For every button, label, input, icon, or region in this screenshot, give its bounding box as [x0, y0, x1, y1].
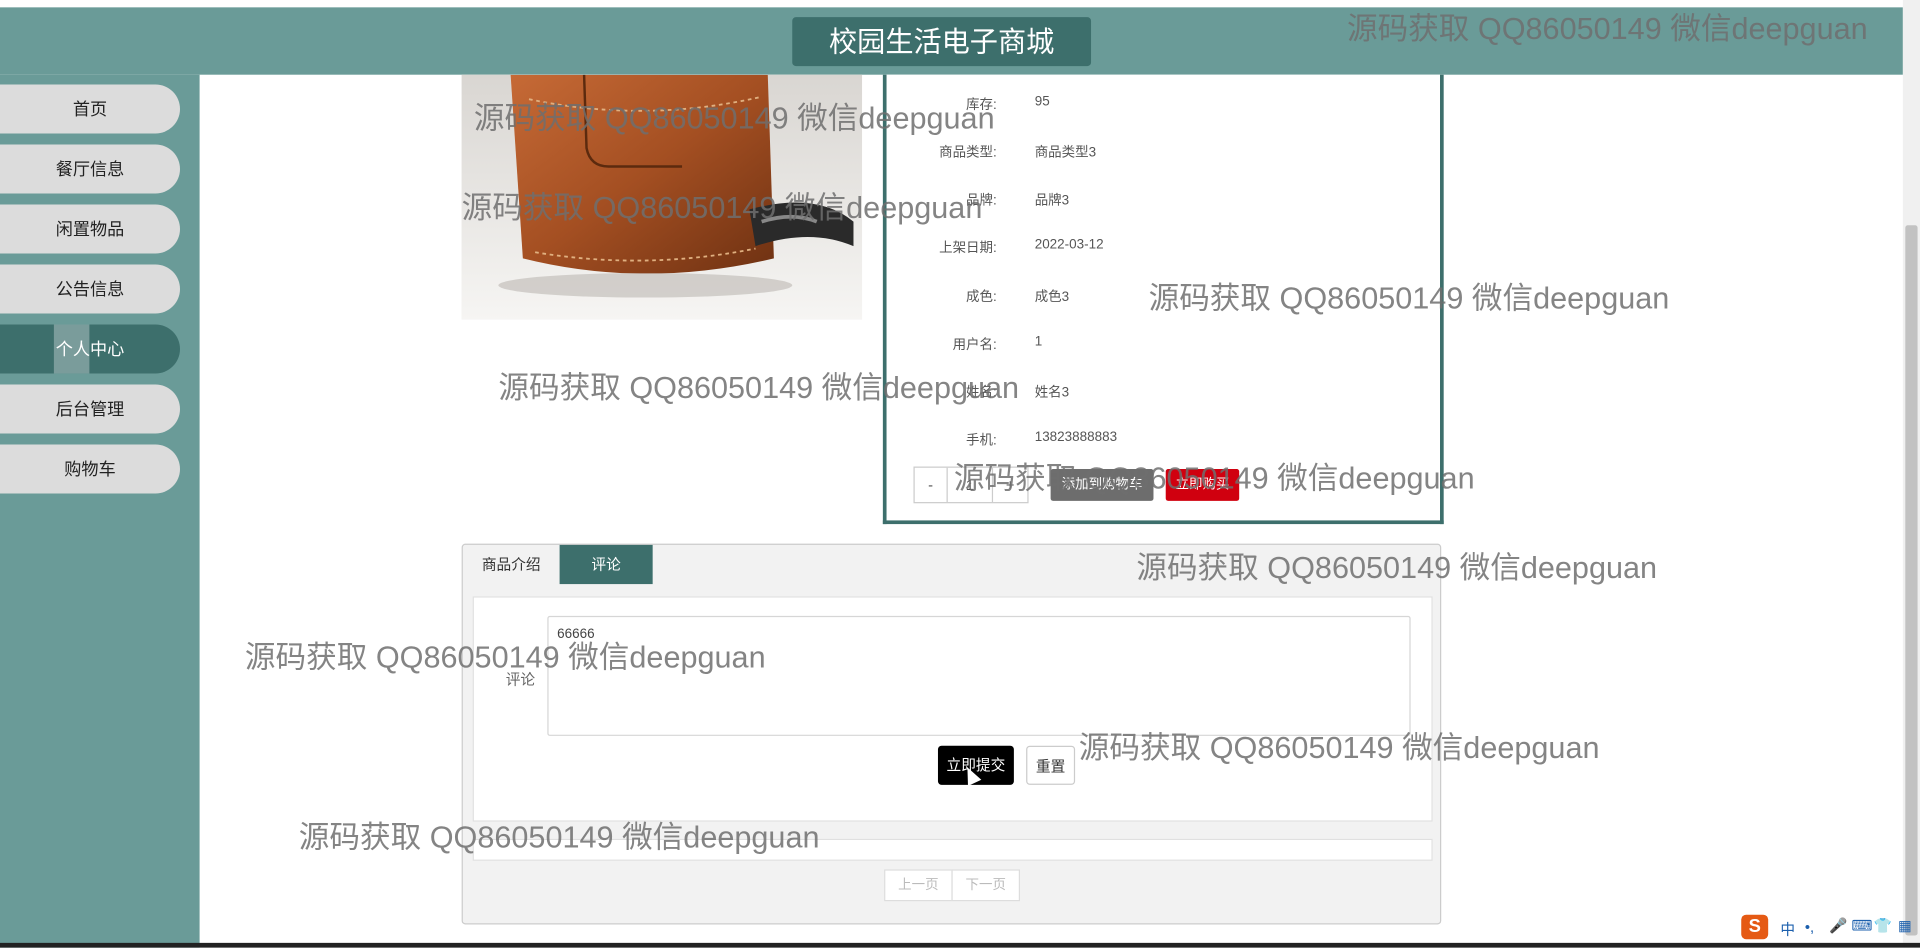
field-key: 用户名: — [952, 337, 997, 353]
add-to-cart-button[interactable]: 添加到购物车 — [1050, 468, 1154, 501]
field-key: 成色: — [966, 290, 997, 305]
sidebar-item-admin[interactable]: 后台管理 — [0, 384, 181, 434]
info-row-username: 用户名: 1 — [887, 334, 1440, 358]
field-key: 手机: — [966, 433, 997, 449]
info-row-condition: 成色: 成色3 — [887, 287, 1440, 311]
tab-comments[interactable]: 评论 — [559, 544, 653, 585]
quantity-plus-button[interactable]: + — [993, 468, 1027, 502]
sidebar-item-label: 个人中心 — [55, 339, 125, 359]
product-image — [461, 74, 863, 320]
sogou-s-icon: S — [1741, 914, 1769, 940]
punctuation-icon: •, — [1804, 918, 1815, 936]
field-value: 商品类型3 — [1034, 145, 1097, 161]
field-key: 姓名: — [966, 385, 997, 401]
field-value: 1 — [1034, 334, 1043, 349]
field-key: 商品类型: — [939, 145, 997, 161]
sidebar-item-restaurant[interactable]: 餐厅信息 — [0, 144, 181, 194]
page: 校园生活电子商城 首页 餐厅信息 闲置物品 公告信息 个人中心 后台管理 购物车 — [0, 0, 1920, 948]
sidebar-item-label: 闲置物品 — [55, 219, 125, 239]
sidebar-item-label: 购物车 — [64, 459, 116, 479]
quantity-stepper: - 1 + — [913, 466, 1029, 504]
sidebar-item-label: 餐厅信息 — [55, 159, 125, 179]
leather-bag-picture — [461, 74, 863, 320]
sidebar-item-personal-center[interactable]: 个人中心 — [0, 324, 181, 374]
comment-list — [472, 838, 1433, 861]
detail-tabs-panel: 商品介绍 评论 评论 66666 立即提交 重置 上一页 下一页 — [461, 543, 1442, 925]
bottom-edge — [0, 942, 1920, 948]
buy-now-button[interactable]: 立即购买 — [1165, 468, 1240, 501]
skin-icon: 👕 — [1873, 917, 1892, 935]
sidebar-item-cart[interactable]: 购物车 — [0, 444, 181, 494]
field-value: 95 — [1034, 94, 1050, 109]
info-row-type: 商品类型: 商品类型3 — [887, 142, 1440, 166]
keyboard-icon: ⌨ — [1851, 917, 1873, 935]
grid-menu-icon: ▦ — [1897, 917, 1912, 935]
info-row-phone: 手机: 13823888883 — [887, 430, 1440, 454]
field-value: 13823888883 — [1034, 429, 1118, 445]
prev-page-button[interactable]: 上一页 — [884, 869, 953, 902]
scrollbar-thumb[interactable] — [1905, 225, 1918, 936]
ime-language: 中 — [1780, 920, 1796, 938]
sidebar-item-label: 后台管理 — [55, 399, 125, 419]
info-row-brand: 品牌: 品牌3 — [887, 190, 1440, 214]
field-value: 品牌3 — [1034, 193, 1070, 209]
ime-tray[interactable]: S 中 •, 🎤 ⌨ 👕 ▦ — [1741, 912, 1920, 944]
info-row-name: 姓名: 姓名3 — [887, 382, 1440, 406]
comment-label: 评论 — [505, 671, 536, 689]
product-info-panel: 库存: 95 商品类型: 商品类型3 品牌: 品牌3 上架日期: 2022-03-12 … — [882, 74, 1444, 525]
field-key: 上架日期: — [939, 241, 997, 256]
field-value: 2022-03-12 — [1034, 237, 1104, 253]
info-row-stock: 库存: 95 — [887, 94, 1440, 118]
field-value: 姓名3 — [1034, 385, 1070, 401]
microphone-icon: 🎤 — [1829, 917, 1848, 935]
site-title[interactable]: 校园生活电子商城 — [792, 17, 1092, 67]
sidebar-item-idle-goods[interactable]: 闲置物品 — [0, 204, 181, 254]
next-page-button[interactable]: 下一页 — [951, 869, 1021, 902]
info-row-date: 上架日期: 2022-03-12 — [887, 238, 1440, 262]
field-key: 品牌: — [966, 193, 997, 209]
comment-textarea[interactable]: 66666 — [547, 615, 1411, 736]
sidebar-item-home[interactable]: 首页 — [0, 84, 181, 134]
field-key: 库存: — [966, 97, 997, 113]
comment-form: 评论 66666 立即提交 重置 — [472, 596, 1433, 822]
tab-product-intro[interactable]: 商品介绍 — [463, 545, 560, 584]
sidebar-item-notices[interactable]: 公告信息 — [0, 264, 181, 314]
field-value: 成色3 — [1034, 290, 1070, 305]
quantity-minus-button[interactable]: - — [915, 467, 948, 503]
quantity-input[interactable]: 1 — [948, 467, 994, 503]
top-strip — [0, 0, 1920, 8]
sidebar-item-label: 首页 — [72, 99, 108, 119]
sidebar-item-label: 公告信息 — [55, 279, 125, 299]
reset-button[interactable]: 重置 — [1026, 745, 1076, 785]
